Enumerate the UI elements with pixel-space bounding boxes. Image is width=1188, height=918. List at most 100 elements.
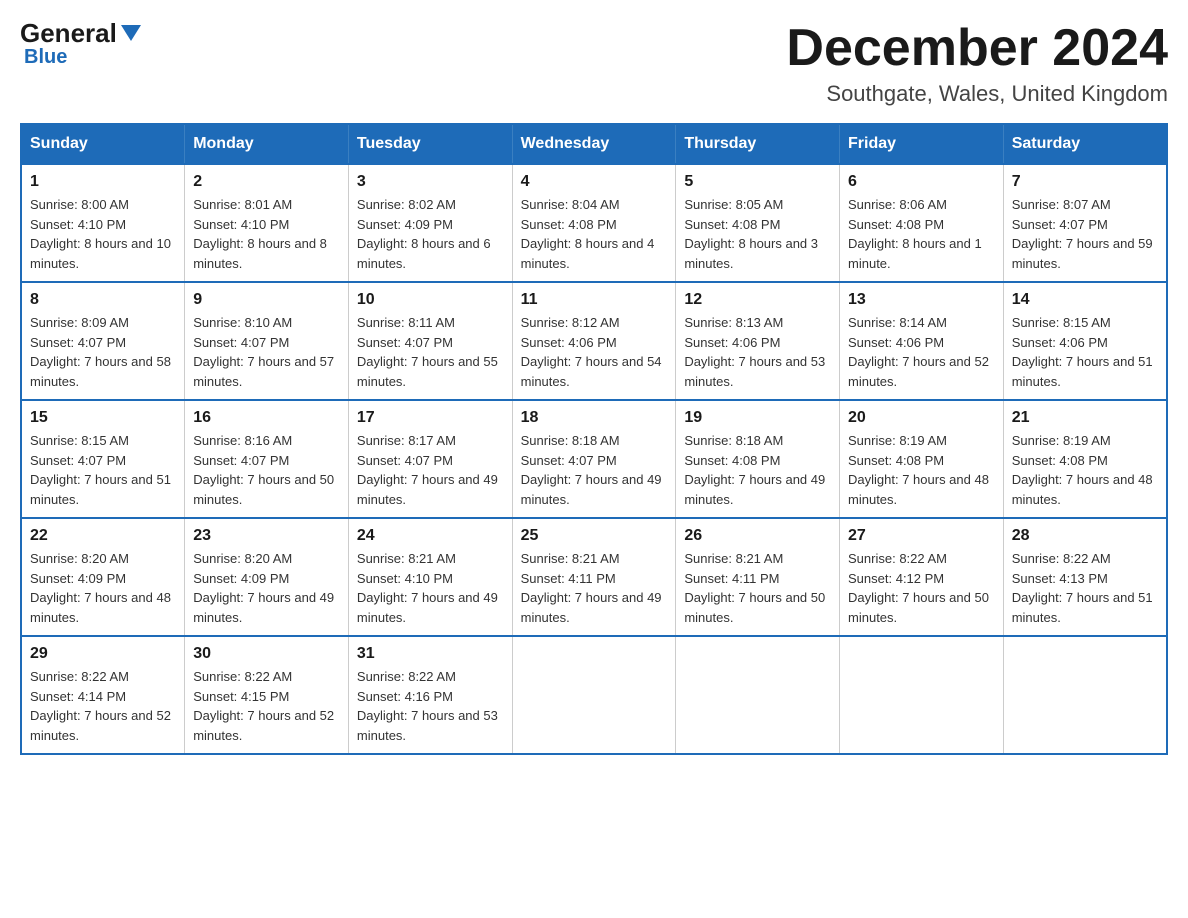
day-number: 24 — [357, 527, 504, 545]
sunset-label: Sunset: 4:09 PM — [30, 571, 126, 586]
day-number: 9 — [193, 291, 340, 309]
day-number: 18 — [521, 409, 668, 427]
day-number: 29 — [30, 645, 176, 663]
daylight-label: Daylight: 8 hours and 6 minutes. — [357, 236, 491, 271]
day-number: 28 — [1012, 527, 1158, 545]
sunset-label: Sunset: 4:06 PM — [848, 335, 944, 350]
day-number: 20 — [848, 409, 995, 427]
calendar-day: 14 Sunrise: 8:15 AM Sunset: 4:06 PM Dayl… — [1003, 282, 1167, 400]
day-info: Sunrise: 8:22 AM Sunset: 4:13 PM Dayligh… — [1012, 549, 1158, 627]
title-area: December 2024 Southgate, Wales, United K… — [786, 20, 1168, 107]
sunrise-label: Sunrise: 8:21 AM — [521, 551, 620, 566]
daylight-label: Daylight: 7 hours and 52 minutes. — [848, 354, 989, 389]
daylight-label: Daylight: 7 hours and 59 minutes. — [1012, 236, 1153, 271]
day-info: Sunrise: 8:02 AM Sunset: 4:09 PM Dayligh… — [357, 195, 504, 273]
logo-general-text: General — [20, 20, 117, 46]
sunrise-label: Sunrise: 8:18 AM — [684, 433, 783, 448]
sunset-label: Sunset: 4:08 PM — [848, 217, 944, 232]
day-info: Sunrise: 8:11 AM Sunset: 4:07 PM Dayligh… — [357, 313, 504, 391]
daylight-label: Daylight: 7 hours and 55 minutes. — [357, 354, 498, 389]
day-info: Sunrise: 8:13 AM Sunset: 4:06 PM Dayligh… — [684, 313, 831, 391]
sunrise-label: Sunrise: 8:00 AM — [30, 197, 129, 212]
daylight-label: Daylight: 7 hours and 57 minutes. — [193, 354, 334, 389]
calendar-day: 30 Sunrise: 8:22 AM Sunset: 4:15 PM Dayl… — [185, 636, 349, 754]
sunrise-label: Sunrise: 8:21 AM — [357, 551, 456, 566]
sunrise-label: Sunrise: 8:01 AM — [193, 197, 292, 212]
daylight-label: Daylight: 7 hours and 49 minutes. — [193, 590, 334, 625]
sunset-label: Sunset: 4:13 PM — [1012, 571, 1108, 586]
day-info: Sunrise: 8:20 AM Sunset: 4:09 PM Dayligh… — [193, 549, 340, 627]
sunrise-label: Sunrise: 8:07 AM — [1012, 197, 1111, 212]
calendar-day: 13 Sunrise: 8:14 AM Sunset: 4:06 PM Dayl… — [840, 282, 1004, 400]
col-friday: Friday — [840, 124, 1004, 164]
sunset-label: Sunset: 4:11 PM — [684, 571, 779, 586]
sunrise-label: Sunrise: 8:22 AM — [848, 551, 947, 566]
sunrise-label: Sunrise: 8:09 AM — [30, 315, 129, 330]
header-row: Sunday Monday Tuesday Wednesday Thursday… — [21, 124, 1167, 164]
sunrise-label: Sunrise: 8:22 AM — [357, 669, 456, 684]
calendar-week-4: 22 Sunrise: 8:20 AM Sunset: 4:09 PM Dayl… — [21, 518, 1167, 636]
calendar-day: 2 Sunrise: 8:01 AM Sunset: 4:10 PM Dayli… — [185, 164, 349, 282]
sunset-label: Sunset: 4:08 PM — [684, 217, 780, 232]
sunset-label: Sunset: 4:07 PM — [193, 453, 289, 468]
sunrise-label: Sunrise: 8:21 AM — [684, 551, 783, 566]
calendar-day — [512, 636, 676, 754]
sunset-label: Sunset: 4:10 PM — [357, 571, 453, 586]
day-info: Sunrise: 8:01 AM Sunset: 4:10 PM Dayligh… — [193, 195, 340, 273]
sunrise-label: Sunrise: 8:05 AM — [684, 197, 783, 212]
day-info: Sunrise: 8:05 AM Sunset: 4:08 PM Dayligh… — [684, 195, 831, 273]
col-sunday: Sunday — [21, 124, 185, 164]
calendar-week-2: 8 Sunrise: 8:09 AM Sunset: 4:07 PM Dayli… — [21, 282, 1167, 400]
day-number: 1 — [30, 173, 176, 191]
calendar-day: 4 Sunrise: 8:04 AM Sunset: 4:08 PM Dayli… — [512, 164, 676, 282]
daylight-label: Daylight: 7 hours and 49 minutes. — [521, 472, 662, 507]
daylight-label: Daylight: 7 hours and 53 minutes. — [684, 354, 825, 389]
sunset-label: Sunset: 4:16 PM — [357, 689, 453, 704]
day-info: Sunrise: 8:21 AM Sunset: 4:10 PM Dayligh… — [357, 549, 504, 627]
day-number: 14 — [1012, 291, 1158, 309]
day-info: Sunrise: 8:10 AM Sunset: 4:07 PM Dayligh… — [193, 313, 340, 391]
day-number: 25 — [521, 527, 668, 545]
sunset-label: Sunset: 4:08 PM — [684, 453, 780, 468]
calendar-day: 16 Sunrise: 8:16 AM Sunset: 4:07 PM Dayl… — [185, 400, 349, 518]
daylight-label: Daylight: 7 hours and 49 minutes. — [521, 590, 662, 625]
col-tuesday: Tuesday — [348, 124, 512, 164]
calendar-day: 1 Sunrise: 8:00 AM Sunset: 4:10 PM Dayli… — [21, 164, 185, 282]
logo-general: General — [20, 20, 141, 46]
sunset-label: Sunset: 4:07 PM — [1012, 217, 1108, 232]
sunrise-label: Sunrise: 8:22 AM — [193, 669, 292, 684]
sunset-label: Sunset: 4:09 PM — [357, 217, 453, 232]
day-number: 17 — [357, 409, 504, 427]
calendar-day: 8 Sunrise: 8:09 AM Sunset: 4:07 PM Dayli… — [21, 282, 185, 400]
daylight-label: Daylight: 7 hours and 51 minutes. — [1012, 590, 1153, 625]
sunrise-label: Sunrise: 8:20 AM — [193, 551, 292, 566]
day-info: Sunrise: 8:07 AM Sunset: 4:07 PM Dayligh… — [1012, 195, 1158, 273]
sunset-label: Sunset: 4:06 PM — [521, 335, 617, 350]
day-number: 7 — [1012, 173, 1158, 191]
daylight-label: Daylight: 7 hours and 51 minutes. — [1012, 354, 1153, 389]
day-info: Sunrise: 8:22 AM Sunset: 4:12 PM Dayligh… — [848, 549, 995, 627]
col-wednesday: Wednesday — [512, 124, 676, 164]
sunset-label: Sunset: 4:07 PM — [30, 335, 126, 350]
sunset-label: Sunset: 4:09 PM — [193, 571, 289, 586]
calendar-day: 15 Sunrise: 8:15 AM Sunset: 4:07 PM Dayl… — [21, 400, 185, 518]
col-thursday: Thursday — [676, 124, 840, 164]
calendar-week-5: 29 Sunrise: 8:22 AM Sunset: 4:14 PM Dayl… — [21, 636, 1167, 754]
day-info: Sunrise: 8:00 AM Sunset: 4:10 PM Dayligh… — [30, 195, 176, 273]
sunrise-label: Sunrise: 8:11 AM — [357, 315, 455, 330]
day-number: 15 — [30, 409, 176, 427]
daylight-label: Daylight: 7 hours and 58 minutes. — [30, 354, 171, 389]
daylight-label: Daylight: 8 hours and 3 minutes. — [684, 236, 818, 271]
sunrise-label: Sunrise: 8:04 AM — [521, 197, 620, 212]
sunrise-label: Sunrise: 8:06 AM — [848, 197, 947, 212]
sunset-label: Sunset: 4:07 PM — [521, 453, 617, 468]
day-number: 6 — [848, 173, 995, 191]
day-info: Sunrise: 8:15 AM Sunset: 4:07 PM Dayligh… — [30, 431, 176, 509]
day-info: Sunrise: 8:16 AM Sunset: 4:07 PM Dayligh… — [193, 431, 340, 509]
sunrise-label: Sunrise: 8:16 AM — [193, 433, 292, 448]
calendar-day — [1003, 636, 1167, 754]
day-number: 26 — [684, 527, 831, 545]
calendar-day: 22 Sunrise: 8:20 AM Sunset: 4:09 PM Dayl… — [21, 518, 185, 636]
sunset-label: Sunset: 4:14 PM — [30, 689, 126, 704]
sunset-label: Sunset: 4:07 PM — [30, 453, 126, 468]
